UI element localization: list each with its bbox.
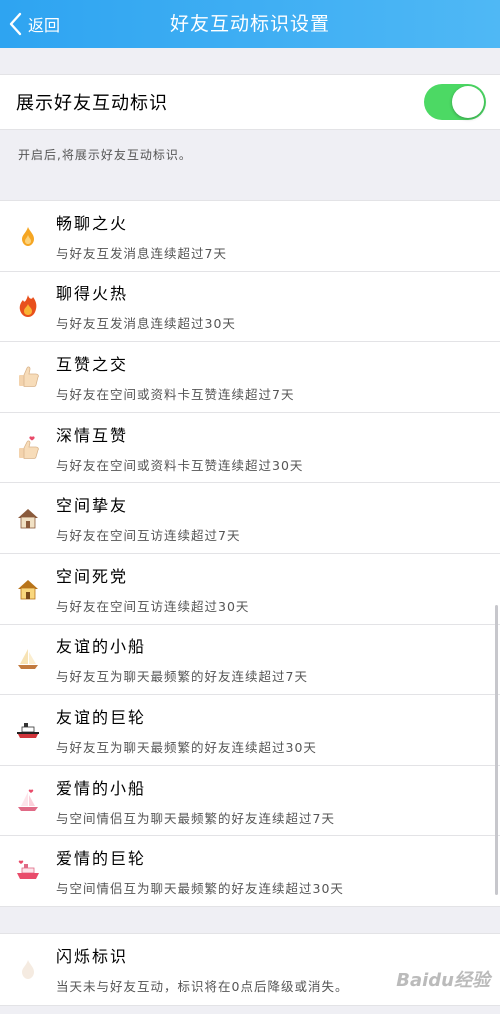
house-gold-icon bbox=[14, 575, 42, 603]
header-bar: 返回 好友互动标识设置 bbox=[0, 0, 500, 48]
sailboat-icon bbox=[14, 645, 42, 673]
badge-list: 畅聊之火 与好友互发消息连续超过7天 聊得火热 与好友互发消息连续超过30天 互… bbox=[0, 200, 500, 907]
hint-text: 开启后,将展示好友互动标识。 bbox=[18, 148, 192, 162]
item-desc: 与好友在空间互访连续超过7天 bbox=[56, 528, 241, 544]
item-desc: 与好友互为聊天最频繁的好友连续超过7天 bbox=[56, 669, 308, 685]
house-icon bbox=[14, 504, 42, 532]
list-item: 友谊的小船 与好友互为聊天最频繁的好友连续超过7天 bbox=[0, 625, 500, 696]
toggle-row: 展示好友互动标识 bbox=[0, 74, 500, 130]
item-desc: 与空间情侣互为聊天最频繁的好友连续超过30天 bbox=[56, 881, 344, 897]
ship-icon bbox=[14, 716, 42, 744]
item-name: 友谊的小船 bbox=[56, 637, 147, 657]
flame-big-icon bbox=[14, 292, 42, 320]
list-item: 聊得火热 与好友互发消息连续超过30天 bbox=[0, 272, 500, 343]
item-desc: 与好友在空间或资料卡互赞连续超过30天 bbox=[56, 457, 304, 473]
show-badges-toggle[interactable] bbox=[424, 84, 486, 120]
item-name: 友谊的巨轮 bbox=[56, 707, 147, 727]
page-title: 好友互动标识设置 bbox=[169, 13, 330, 35]
item-name: 深情互赞 bbox=[56, 425, 129, 445]
watermark-logo: Baidu经验 bbox=[396, 970, 490, 991]
item-name: 畅聊之火 bbox=[56, 213, 129, 233]
item-desc: 与好友互发消息连续超过7天 bbox=[56, 245, 227, 261]
toggle-label: 展示好友互动标识 bbox=[16, 93, 168, 114]
thumbs-up-heart-icon bbox=[14, 434, 42, 462]
list-item: 爱情的巨轮 与空间情侣互为聊天最频繁的好友连续超过30天 bbox=[0, 836, 500, 907]
list-item: 深情互赞 与好友在空间或资料卡互赞连续超过30天 bbox=[0, 413, 500, 484]
item-desc: 与好友在空间或资料卡互赞连续超过7天 bbox=[56, 386, 295, 402]
item-name: 爱情的巨轮 bbox=[56, 849, 147, 869]
item-desc: 当天未与好友互动，标识将在0点后降级或消失。 bbox=[56, 979, 349, 995]
list-item: 畅聊之火 与好友互发消息连续超过7天 bbox=[0, 201, 500, 272]
item-desc: 与好友互为聊天最频繁的好友连续超过30天 bbox=[56, 739, 317, 755]
item-name: 空间挚友 bbox=[56, 496, 129, 516]
item-name: 闪烁标识 bbox=[56, 947, 129, 967]
pale-flame-icon bbox=[14, 955, 42, 983]
item-desc: 与空间情侣互为聊天最频繁的好友连续超过7天 bbox=[56, 810, 335, 826]
thumbs-up-icon bbox=[14, 363, 42, 391]
flame-small-icon bbox=[14, 222, 42, 250]
item-desc: 与好友互发消息连续超过30天 bbox=[56, 316, 236, 332]
list-item: 友谊的巨轮 与好友互为聊天最频繁的好友连续超过30天 bbox=[0, 695, 500, 766]
item-name: 爱情的小船 bbox=[56, 778, 147, 798]
list-item: 爱情的小船 与空间情侣互为聊天最频繁的好友连续超过7天 bbox=[0, 766, 500, 837]
item-name: 聊得火热 bbox=[56, 284, 129, 304]
list-item: 空间死党 与好友在空间互访连续超过30天 bbox=[0, 554, 500, 625]
love-ship-icon bbox=[14, 857, 42, 885]
toggle-knob bbox=[452, 86, 484, 118]
item-desc: 与好友在空间互访连续超过30天 bbox=[56, 598, 250, 614]
item-name: 空间死党 bbox=[56, 566, 129, 586]
scrollbar[interactable] bbox=[495, 605, 498, 895]
item-name: 互赞之交 bbox=[56, 354, 129, 374]
list-item: 互赞之交 与好友在空间或资料卡互赞连续超过7天 bbox=[0, 342, 500, 413]
list-item: 空间挚友 与好友在空间互访连续超过7天 bbox=[0, 483, 500, 554]
love-boat-icon bbox=[14, 787, 42, 815]
